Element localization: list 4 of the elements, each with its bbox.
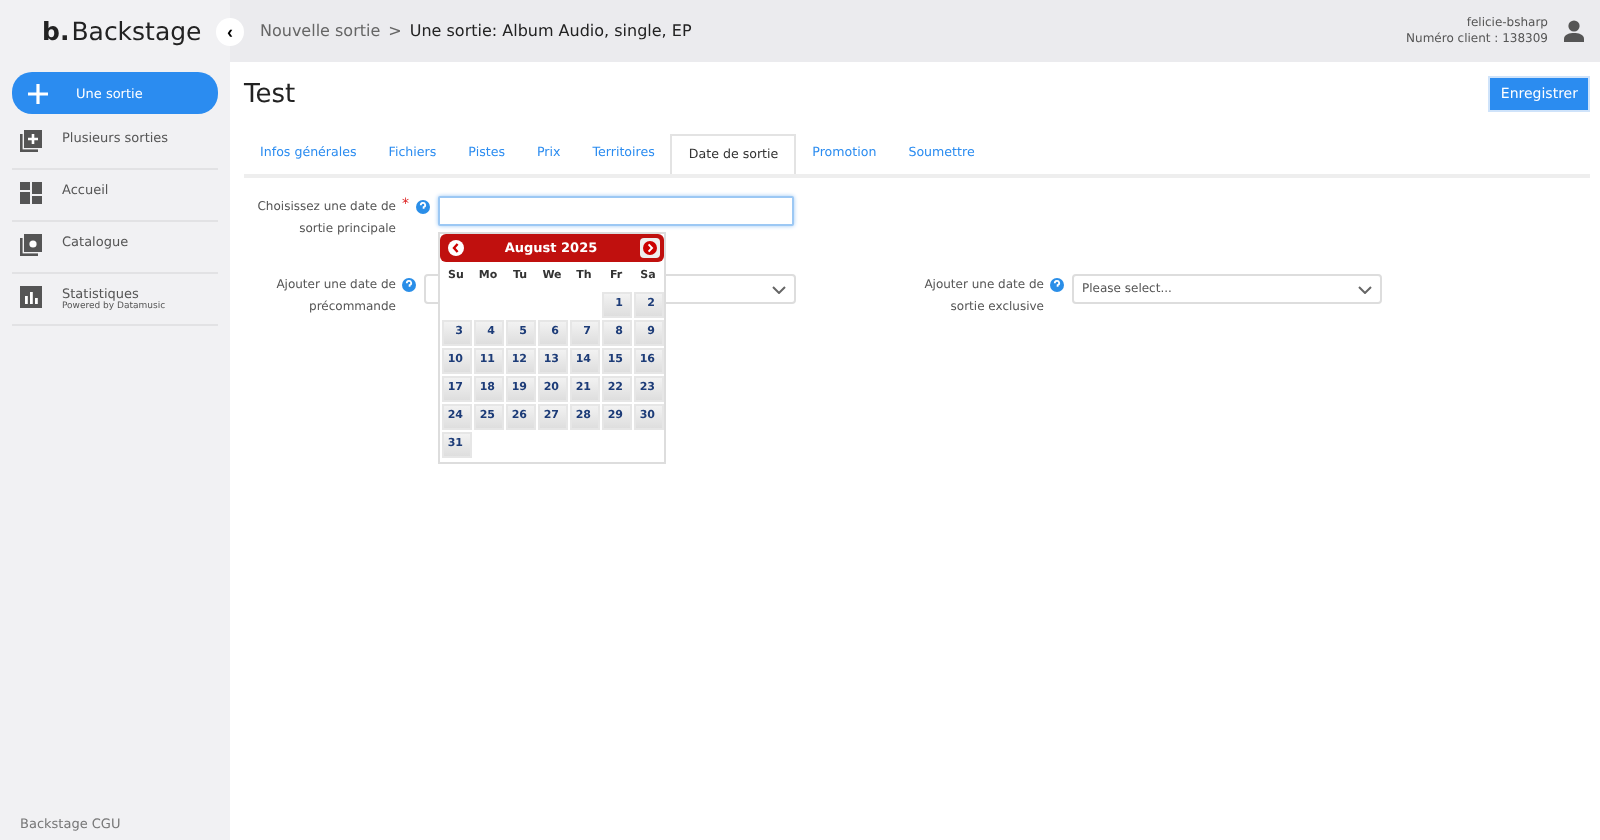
backstage-logo: b.Backstage bbox=[40, 14, 204, 50]
breadcrumb-separator: > bbox=[388, 22, 402, 40]
page-title: Test bbox=[244, 79, 296, 109]
breadcrumb-current: Une sortie: Album Audio, single, EP bbox=[409, 22, 692, 40]
